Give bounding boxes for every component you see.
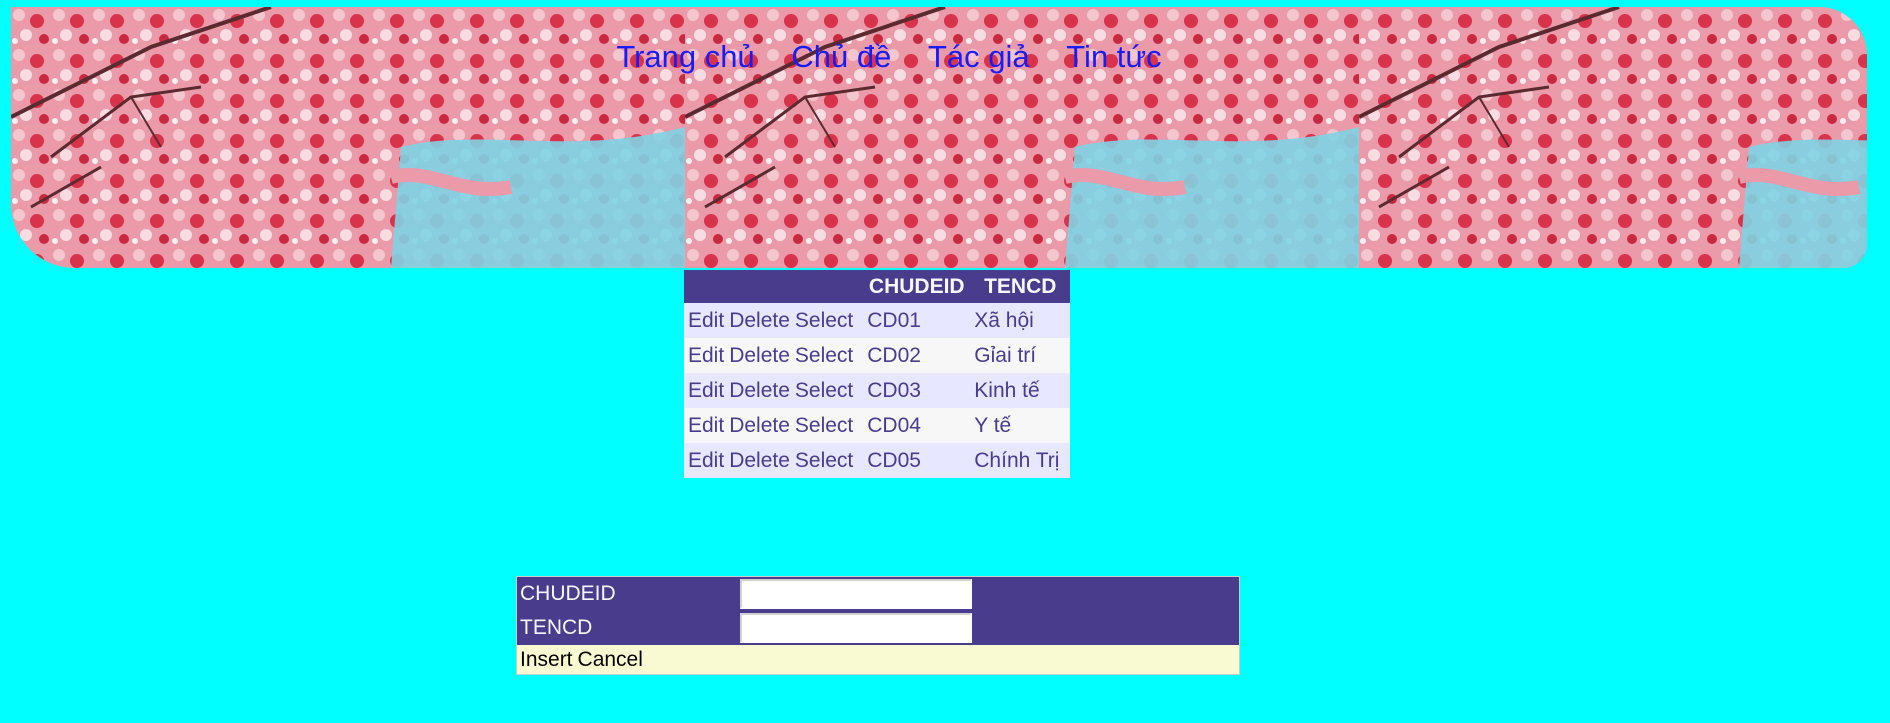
cell-tencd: Y tế [970, 408, 1071, 443]
row-commands: Edit Delete Select [684, 408, 864, 443]
form-row-chudeid: CHUDEID [517, 577, 1239, 611]
cell-chudeid: CD01 [863, 303, 971, 338]
grid-header-row: CHUDEID TENCD [684, 270, 1071, 303]
edit-link[interactable]: Edit [688, 309, 724, 332]
form-row-tencd: TENCD [517, 611, 1239, 645]
row-commands: Edit Delete Select [684, 443, 864, 478]
cell-tencd: Xã hội [970, 303, 1071, 338]
main-nav: Trang chủ Chủ đề Tác giả Tin tức [11, 39, 1867, 75]
select-link[interactable]: Select [795, 344, 853, 367]
insert-link[interactable]: Insert [520, 648, 573, 672]
row-commands: Edit Delete Select [684, 338, 864, 373]
cell-tencd: Chính Trị [970, 443, 1071, 478]
cell-chudeid: CD03 [863, 373, 971, 408]
delete-link[interactable]: Delete [729, 309, 790, 332]
nav-link-authors[interactable]: Tác giả [928, 39, 1030, 74]
cell-chudeid: CD02 [863, 338, 971, 373]
table-row: Edit Delete Select CD04 Y tế [684, 408, 1071, 443]
select-link[interactable]: Select [795, 449, 853, 472]
cancel-link[interactable]: Cancel [578, 648, 643, 672]
cell-tencd: Kinh tế [970, 373, 1071, 408]
select-link[interactable]: Select [795, 379, 853, 402]
edit-link[interactable]: Edit [688, 344, 724, 367]
row-commands: Edit Delete Select [684, 373, 864, 408]
select-link[interactable]: Select [795, 309, 853, 332]
nav-link-news[interactable]: Tin tức [1066, 39, 1161, 74]
tencd-label: TENCD [520, 616, 593, 639]
row-commands: Edit Delete Select [684, 303, 864, 338]
grid-header-chudeid[interactable]: CHUDEID [863, 270, 971, 303]
select-link[interactable]: Select [795, 414, 853, 437]
chudeid-input[interactable] [740, 579, 972, 609]
topics-grid: CHUDEID TENCD Edit Delete Select CD01 Xã h… [684, 270, 1071, 478]
tencd-input[interactable] [740, 613, 972, 643]
delete-link[interactable]: Delete [729, 344, 790, 367]
insert-form: CHUDEID TENCD Insert Cancel [516, 576, 1240, 675]
cell-chudeid: CD04 [863, 408, 971, 443]
edit-link[interactable]: Edit [688, 414, 724, 437]
page: Trang chủ Chủ đề Tác giả Tin tức CHUDEID… [0, 0, 1890, 723]
delete-link[interactable]: Delete [729, 449, 790, 472]
cell-tencd: Gỉai trí [970, 338, 1071, 373]
chudeid-label: CHUDEID [520, 582, 616, 605]
cell-chudeid: CD05 [863, 443, 971, 478]
nav-link-topics[interactable]: Chủ đề [791, 39, 891, 74]
edit-link[interactable]: Edit [688, 379, 724, 402]
delete-link[interactable]: Delete [729, 379, 790, 402]
table-row: Edit Delete Select CD01 Xã hội [684, 303, 1071, 338]
table-row: Edit Delete Select CD02 Gỉai trí [684, 338, 1071, 373]
delete-link[interactable]: Delete [729, 414, 790, 437]
nav-link-home[interactable]: Trang chủ [616, 39, 754, 74]
grid-header-commands [684, 270, 864, 303]
grid-header-tencd[interactable]: TENCD [970, 270, 1071, 303]
edit-link[interactable]: Edit [688, 449, 724, 472]
table-row: Edit Delete Select CD05 Chính Trị [684, 443, 1071, 478]
form-command-row: Insert Cancel [517, 645, 1239, 674]
cherry-blossom-banner: Trang chủ Chủ đề Tác giả Tin tức [11, 7, 1867, 268]
table-row: Edit Delete Select CD03 Kinh tế [684, 373, 1071, 408]
